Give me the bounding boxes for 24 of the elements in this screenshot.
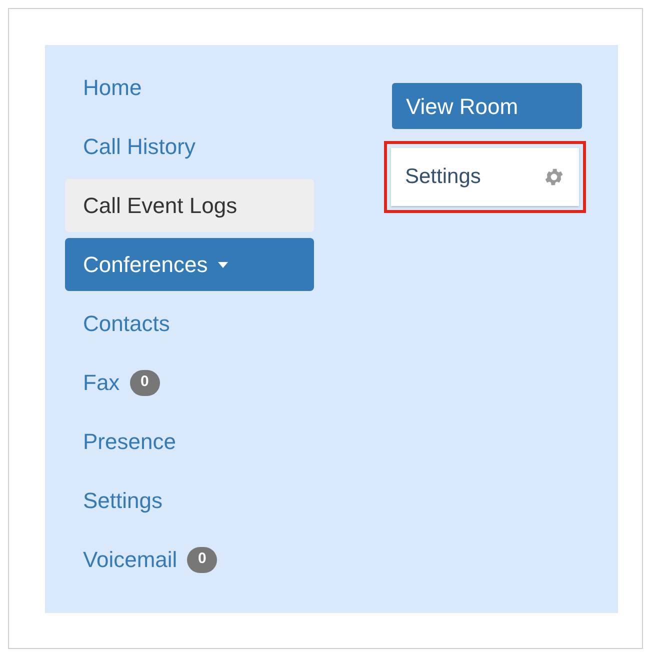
nav-item[interactable]: Contacts [65, 297, 314, 350]
nav-item[interactable]: Voicemail 0 [65, 533, 314, 586]
nav-item[interactable]: Home [65, 61, 314, 114]
nav-item[interactable]: Conferences [65, 238, 314, 291]
view-room-button[interactable]: View Room [392, 83, 582, 129]
nav-item[interactable]: Call Event Logs [65, 179, 314, 232]
nav-label: Fax [83, 369, 120, 397]
nav-label: Contacts [83, 310, 170, 338]
nav-label: Home [83, 74, 142, 102]
count-badge: 0 [187, 546, 218, 572]
nav-item[interactable]: Fax 0 [65, 356, 314, 409]
nav-label: Presence [83, 428, 176, 456]
nav-item[interactable]: Settings [65, 474, 314, 527]
nav-label: Conferences [83, 251, 208, 279]
nav-label: Call History [83, 133, 196, 161]
menu-item-label: Settings [405, 164, 481, 190]
nav-label: Settings [83, 487, 162, 515]
nav-item[interactable]: Presence [65, 415, 314, 468]
gear-icon [543, 166, 565, 188]
nav-label: Voicemail [83, 546, 178, 574]
nav-item[interactable]: Call History [65, 120, 314, 173]
nav-label: Call Event Logs [83, 192, 238, 220]
count-badge: 0 [130, 370, 160, 396]
menu-item[interactable]: Settings [391, 148, 579, 206]
